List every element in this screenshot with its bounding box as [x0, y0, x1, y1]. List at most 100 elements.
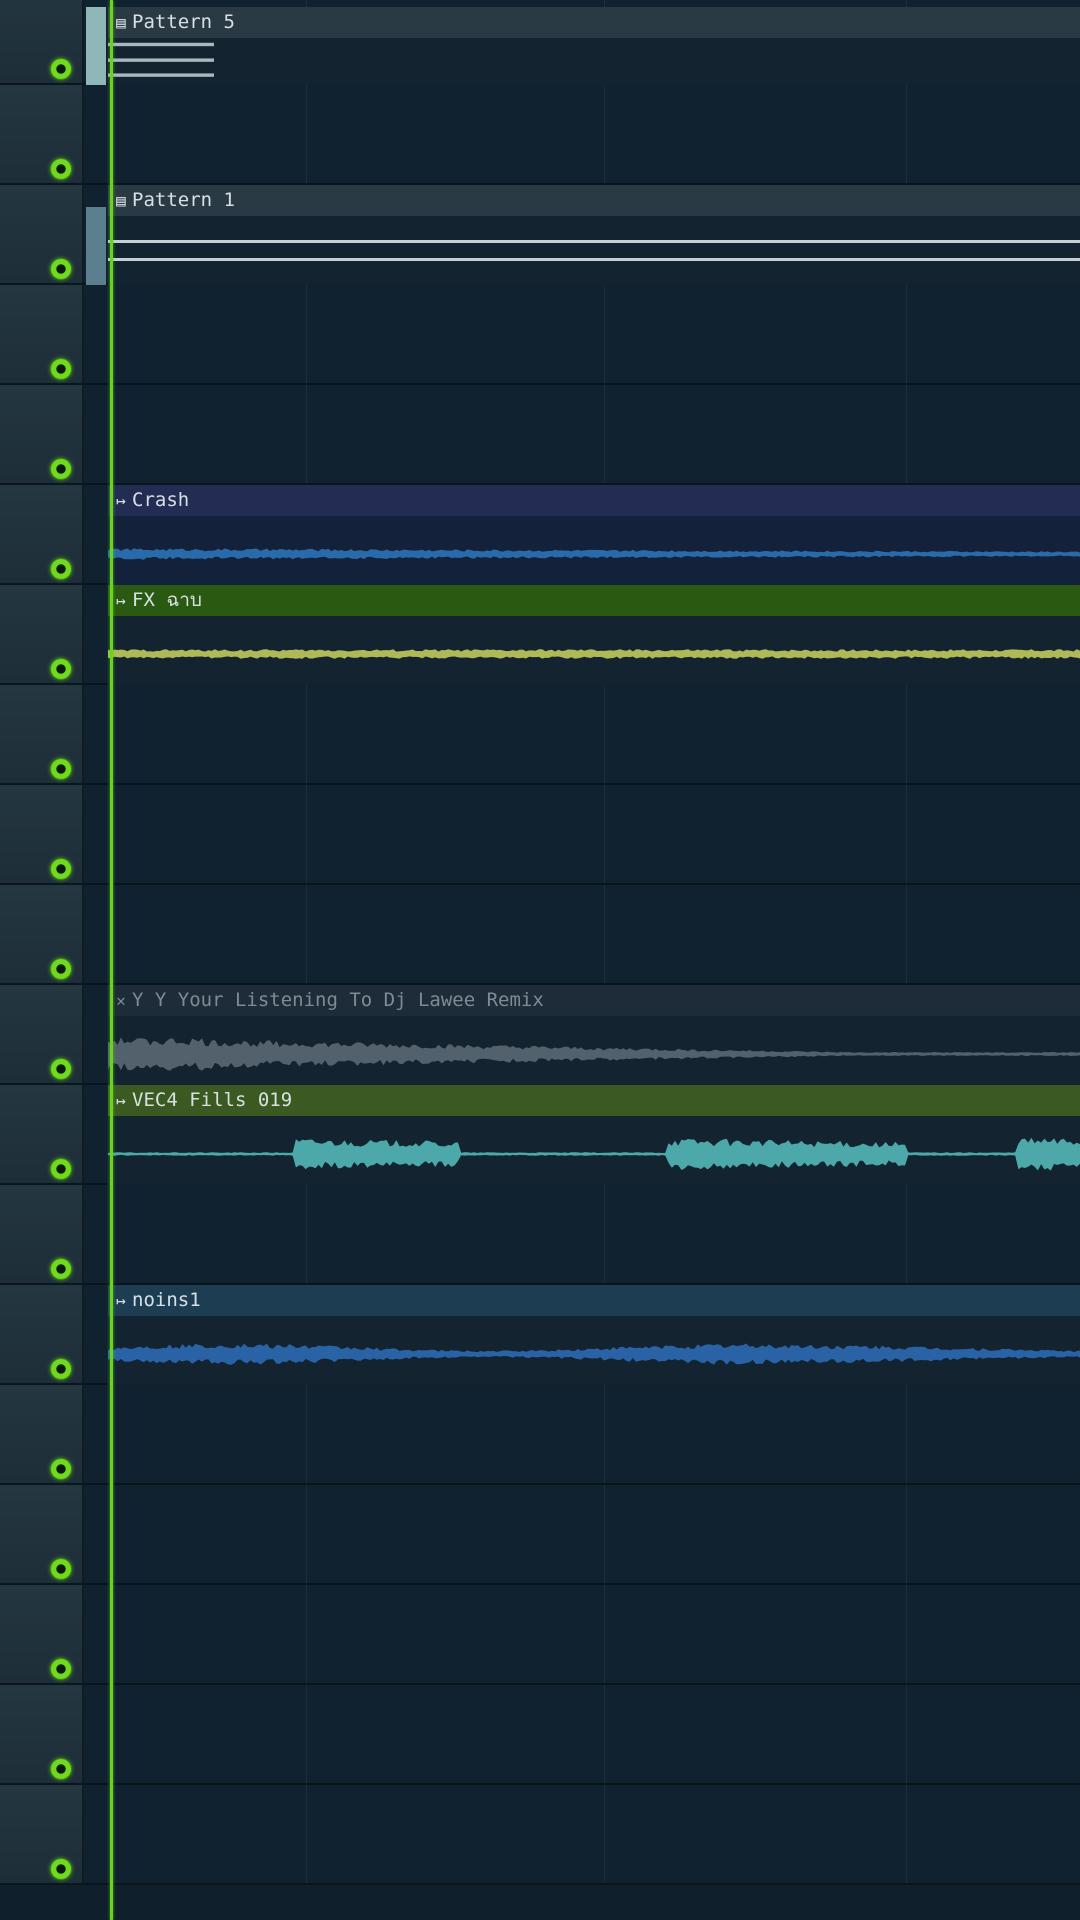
playlist-clip[interactable]: ✕ Y Y Your Listening To Dj Lawee Remix — [108, 985, 1080, 1085]
track-mute-toggle[interactable] — [50, 358, 72, 380]
track-lane[interactable] — [84, 885, 1080, 985]
track-mute-toggle[interactable] — [50, 1458, 72, 1480]
track-mute-toggle[interactable] — [50, 658, 72, 680]
track-header[interactable] — [0, 85, 84, 185]
playlist-clip[interactable]: ↦ noins1 — [108, 1285, 1080, 1385]
track-mute-toggle[interactable] — [50, 858, 72, 880]
audio-clip-icon: ↦ — [116, 491, 126, 510]
track-header[interactable] — [0, 385, 84, 485]
grid-line — [306, 1185, 307, 1283]
track-header[interactable] — [0, 685, 84, 785]
track-lane[interactable] — [84, 685, 1080, 785]
grid-line — [306, 1685, 307, 1783]
clip-label: Y Y Your Listening To Dj Lawee Remix — [132, 989, 544, 1011]
grid-line — [906, 685, 907, 783]
track-lane[interactable] — [84, 1185, 1080, 1285]
track-header[interactable] — [0, 1785, 84, 1885]
track-mute-toggle[interactable] — [50, 1858, 72, 1880]
track-header[interactable] — [0, 785, 84, 885]
track-mute-toggle[interactable] — [50, 258, 72, 280]
track-lane[interactable]: ▤ Pattern 1 — [84, 185, 1080, 285]
track-lane[interactable] — [84, 285, 1080, 385]
clip-waveform — [108, 616, 1080, 685]
audio-clip-icon: ↦ — [116, 1091, 126, 1110]
track-mute-toggle[interactable] — [50, 158, 72, 180]
track-header[interactable] — [0, 185, 84, 285]
clip-waveform — [108, 1316, 1080, 1385]
playlist-clip[interactable]: ↦ FX ฉาบ — [108, 585, 1080, 685]
clip-waveform — [108, 516, 1080, 585]
playlist-clip[interactable]: ▤ Pattern 5 — [108, 7, 1080, 85]
track-lane[interactable] — [84, 385, 1080, 485]
track-mute-toggle[interactable] — [50, 958, 72, 980]
track-mute-toggle[interactable] — [50, 458, 72, 480]
track-mute-toggle[interactable] — [50, 1758, 72, 1780]
track-lane[interactable] — [84, 1785, 1080, 1885]
track-header[interactable] — [0, 885, 84, 985]
track-lane[interactable] — [84, 1585, 1080, 1685]
playlist-clip[interactable]: ▤ Pattern 1 — [108, 185, 1080, 285]
grid-line — [306, 685, 307, 783]
track-header[interactable] — [0, 1185, 84, 1285]
clip-title-bar[interactable]: ▤ Pattern 1 — [108, 185, 1080, 216]
track-header[interactable] — [0, 1485, 84, 1585]
track-header[interactable] — [0, 285, 84, 385]
track-mute-toggle[interactable] — [50, 58, 72, 80]
grid-line — [306, 285, 307, 383]
clip-title-bar[interactable]: ▤ Pattern 5 — [108, 7, 1080, 38]
track-mute-toggle[interactable] — [50, 1058, 72, 1080]
playlist-clip[interactable]: ↦ VEC4 Fills 019 — [108, 1085, 1080, 1185]
track-mute-toggle[interactable] — [50, 558, 72, 580]
track-header[interactable] — [0, 585, 84, 685]
audio-clip-icon: ↦ — [116, 1291, 126, 1310]
track-lane[interactable]: ↦ Crash — [84, 485, 1080, 585]
grid-line — [906, 1185, 907, 1283]
muted-clip-icon: ✕ — [116, 991, 126, 1010]
track-header[interactable] — [0, 1285, 84, 1385]
track-mute-toggle[interactable] — [50, 758, 72, 780]
track-header[interactable] — [0, 1585, 84, 1685]
grid-line — [906, 1685, 907, 1783]
track-lane[interactable] — [84, 1685, 1080, 1785]
track-header[interactable] — [0, 1685, 84, 1785]
track-mute-toggle[interactable] — [50, 1158, 72, 1180]
clip-title-bar[interactable]: ↦ VEC4 Fills 019 — [108, 1085, 1080, 1116]
track-lane[interactable]: ↦ VEC4 Fills 019 — [84, 1085, 1080, 1185]
track-lane[interactable]: ↦ noins1 — [84, 1285, 1080, 1385]
track-lane[interactable]: ↦ FX ฉาบ — [84, 585, 1080, 685]
track-lane[interactable] — [84, 785, 1080, 885]
grid-line — [604, 85, 605, 183]
clip-title-bar[interactable]: ↦ noins1 — [108, 1285, 1080, 1316]
clip-title-bar[interactable]: ↦ FX ฉาบ — [108, 585, 1080, 616]
pattern-color-marker — [86, 7, 106, 85]
track-header[interactable] — [0, 1085, 84, 1185]
track-header[interactable] — [0, 985, 84, 1085]
clip-title-bar[interactable]: ↦ Crash — [108, 485, 1080, 516]
clip-title-bar[interactable]: ✕ Y Y Your Listening To Dj Lawee Remix — [108, 985, 1080, 1016]
track-header[interactable] — [0, 0, 84, 85]
track-lane[interactable] — [84, 1485, 1080, 1585]
playlist-clip[interactable]: ↦ Crash — [108, 485, 1080, 585]
playhead[interactable] — [110, 0, 113, 1920]
track-mute-toggle[interactable] — [50, 1658, 72, 1680]
grid-line — [906, 785, 907, 883]
track-lane[interactable]: ✕ Y Y Your Listening To Dj Lawee Remix — [84, 985, 1080, 1085]
grid-line — [906, 1385, 907, 1483]
grid-line — [604, 1685, 605, 1783]
track-mute-toggle[interactable] — [50, 1258, 72, 1280]
track-mute-toggle[interactable] — [50, 1558, 72, 1580]
pattern-color-marker — [86, 207, 106, 285]
track-header[interactable] — [0, 485, 84, 585]
grid-line — [604, 785, 605, 883]
track-header[interactable] — [0, 1385, 84, 1485]
grid-line — [604, 685, 605, 783]
track-lane[interactable]: ▤ Pattern 5 — [84, 0, 1080, 85]
grid-line — [306, 1485, 307, 1583]
track-lane[interactable] — [84, 85, 1080, 185]
pattern-icon: ▤ — [116, 191, 126, 210]
track-mute-toggle[interactable] — [50, 1358, 72, 1380]
clip-waveform — [108, 38, 1080, 85]
grid-line — [906, 1785, 907, 1883]
grid-line — [906, 85, 907, 183]
track-lane[interactable] — [84, 1385, 1080, 1485]
